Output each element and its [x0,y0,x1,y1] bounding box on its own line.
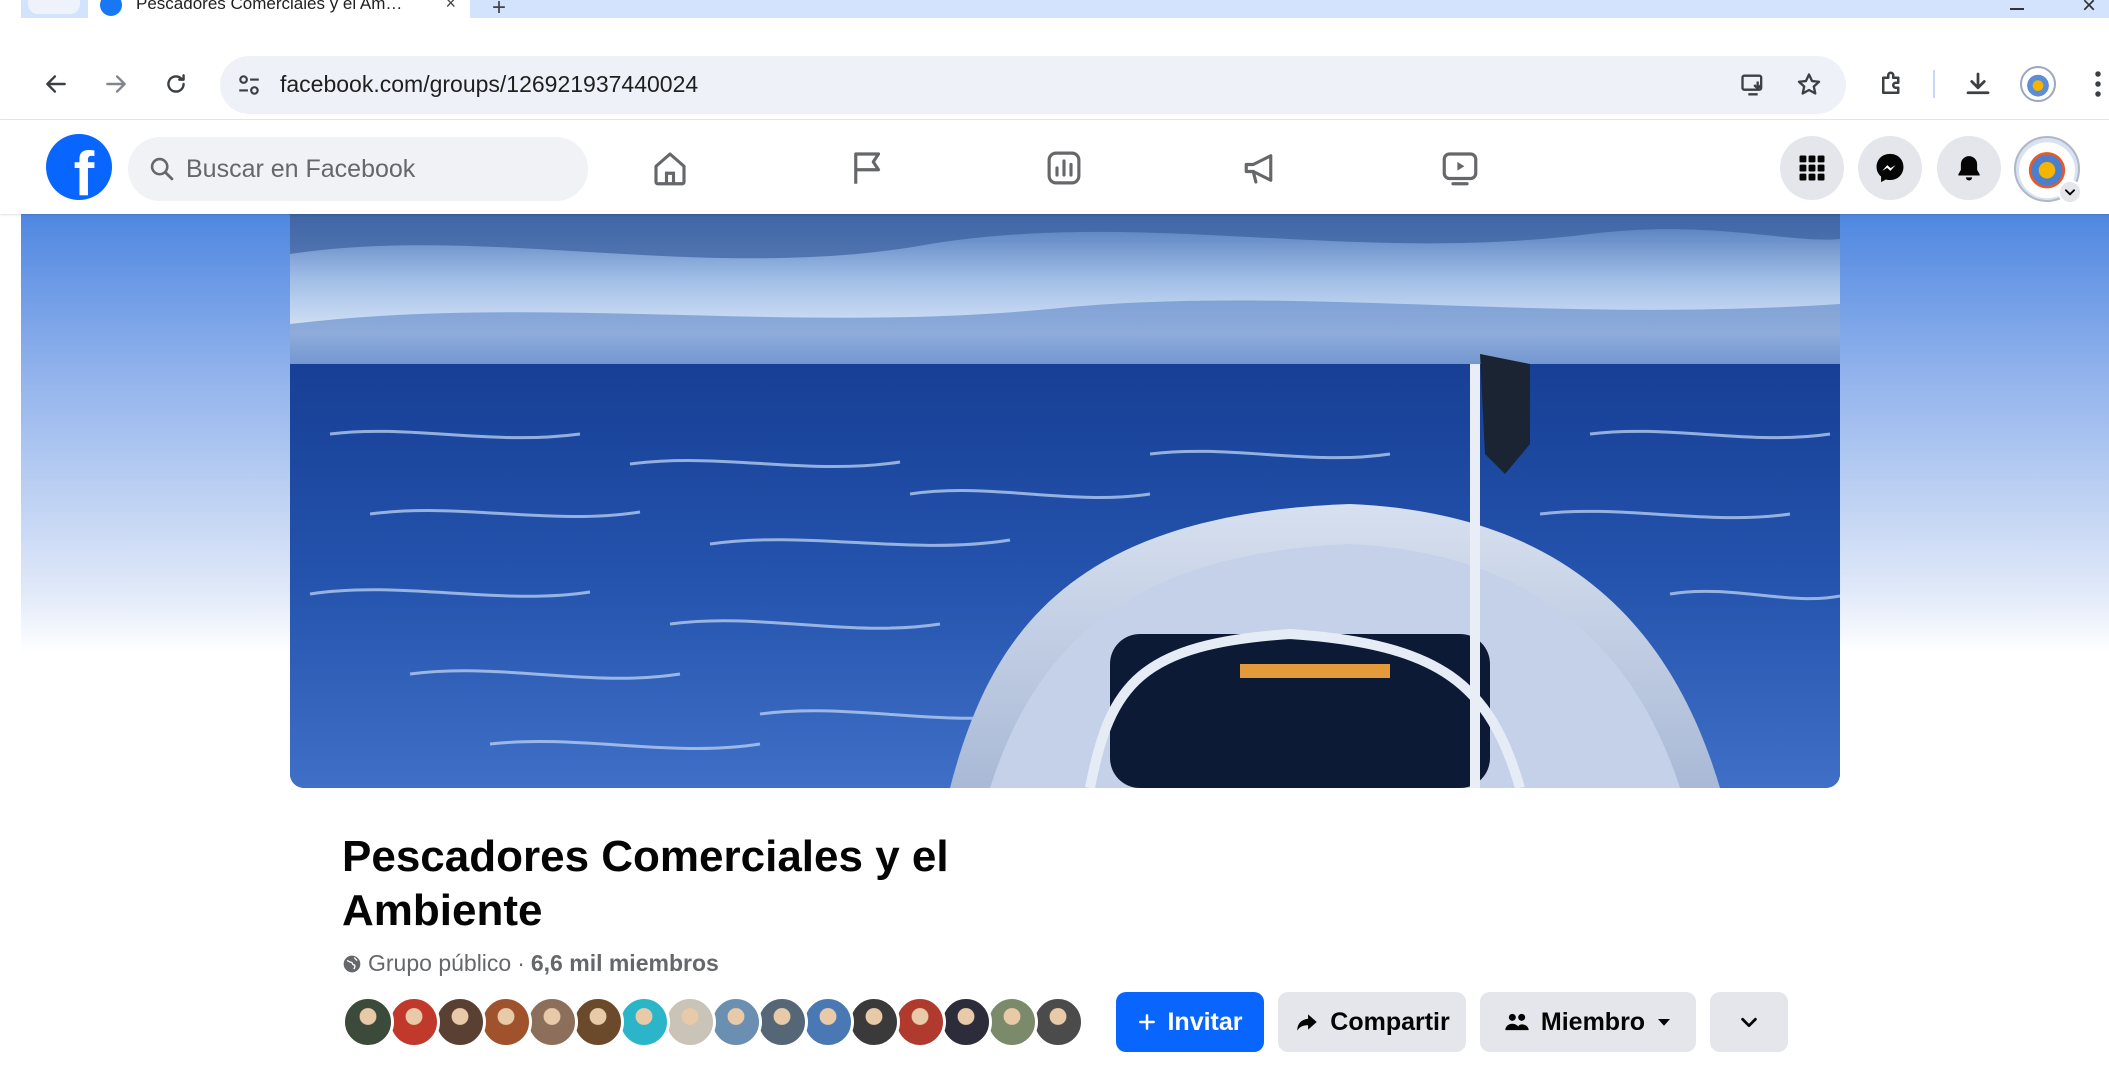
member-avatar[interactable] [756,996,808,1048]
member-avatar[interactable] [342,996,394,1048]
browser-profile-avatar[interactable] [2020,66,2056,102]
facebook-logo[interactable]: f [46,134,112,200]
member-avatar[interactable] [618,996,670,1048]
downloads-icon[interactable] [1960,66,1996,102]
nav-home[interactable] [640,140,700,196]
notifications-button[interactable] [1937,136,2001,200]
member-label: Miembro [1540,1007,1646,1036]
member-avatar[interactable] [664,996,716,1048]
member-avatars[interactable] [342,996,1084,1052]
nav-video[interactable] [1430,140,1490,196]
browser-tab-active[interactable]: Pescadores Comerciales y el Am… × [88,0,470,18]
browser-menu-icon[interactable] [2080,66,2109,102]
tab-search-button[interactable] [28,0,80,14]
caret-down-icon [1658,1019,1671,1026]
group-member-count[interactable]: 6,6 mil miembros [531,950,719,977]
search-input[interactable] [186,149,566,189]
member-avatar[interactable] [848,996,900,1048]
reload-button[interactable] [158,66,194,102]
bookmark-star-icon[interactable] [1794,70,1824,100]
cover-photo-illustration [290,214,1840,788]
group-cover-photo[interactable] [290,214,1840,788]
nav-ads[interactable] [1232,140,1292,196]
video-icon [1442,152,1478,186]
member-avatar[interactable] [802,996,854,1048]
member-avatar[interactable] [710,996,762,1048]
members-icon [1505,1013,1529,1031]
tab-title: Pescadores Comerciales y el Am… [136,0,403,13]
reload-icon [167,74,185,93]
facebook-search[interactable] [128,137,588,201]
group-title: Pescadores Comerciales y el Ambiente [342,832,949,935]
flag-icon [854,152,881,184]
megaphone-icon [1244,154,1273,184]
meta-separator: · [517,950,525,976]
share-arrow-icon [1297,1014,1318,1031]
messenger-icon [1876,153,1904,183]
forward-button[interactable] [98,66,134,102]
menu-button[interactable] [1780,136,1844,200]
url-text[interactable]: facebook.com/groups/126921937440024 [280,71,698,98]
plus-icon [1139,1014,1156,1030]
insights-icon [1047,151,1081,185]
member-avatar[interactable] [480,996,532,1048]
member-avatar[interactable] [894,996,946,1048]
member-button[interactable]: Miembro [1480,992,1696,1052]
account-avatar[interactable] [2014,136,2082,204]
invite-label: Invitar [1167,1007,1243,1036]
share-button[interactable]: Compartir [1278,992,1466,1052]
globe-icon [343,955,361,972]
chevron-down-icon [1741,1017,1757,1028]
more-options-button[interactable] [1710,992,1788,1052]
member-avatar[interactable] [940,996,992,1048]
facebook-header: f [0,120,2109,214]
site-settings-icon[interactable] [236,72,262,98]
member-avatar[interactable] [1032,996,1084,1048]
member-avatar[interactable] [986,996,1038,1048]
extensions-icon[interactable] [1874,66,1910,102]
invite-button[interactable]: Invitar [1116,992,1264,1052]
window-close-icon[interactable]: × [2082,0,2096,20]
member-avatar[interactable] [434,996,486,1048]
account-chevron[interactable] [2058,180,2082,204]
window-minimize-icon[interactable] [2010,0,2024,10]
arrow-left-icon [46,75,66,93]
home-icon [654,152,686,186]
browser-tab-strip: Pescadores Comerciales y el Am… × + × [0,0,2109,21]
tab-close-icon[interactable]: × [445,0,456,14]
member-avatar[interactable] [388,996,440,1048]
address-bar[interactable]: facebook.com/groups/126921937440024 [220,56,1846,114]
share-label: Compartir [1330,1007,1450,1036]
messenger-button[interactable] [1858,136,1922,200]
group-meta: Grupo público · 6,6 mil miembros [342,950,719,977]
browser-toolbar: facebook.com/groups/126921937440024 [0,18,2109,120]
chevron-down-icon [2064,189,2076,196]
group-privacy[interactable]: Grupo público [368,950,511,977]
back-button[interactable] [38,66,74,102]
toolbar-separator [1933,70,1935,98]
menu-grid-icon [1799,155,1825,181]
member-avatar[interactable] [526,996,578,1048]
facebook-favicon-icon [100,0,122,16]
facebook-logo-letter: f [73,140,95,201]
install-app-icon[interactable] [1738,70,1768,100]
arrow-right-icon [106,75,126,93]
nav-pages[interactable] [838,140,898,196]
notifications-icon [1958,156,1980,181]
nav-insights[interactable] [1034,140,1094,196]
member-avatar[interactable] [572,996,624,1048]
search-icon [150,157,174,181]
